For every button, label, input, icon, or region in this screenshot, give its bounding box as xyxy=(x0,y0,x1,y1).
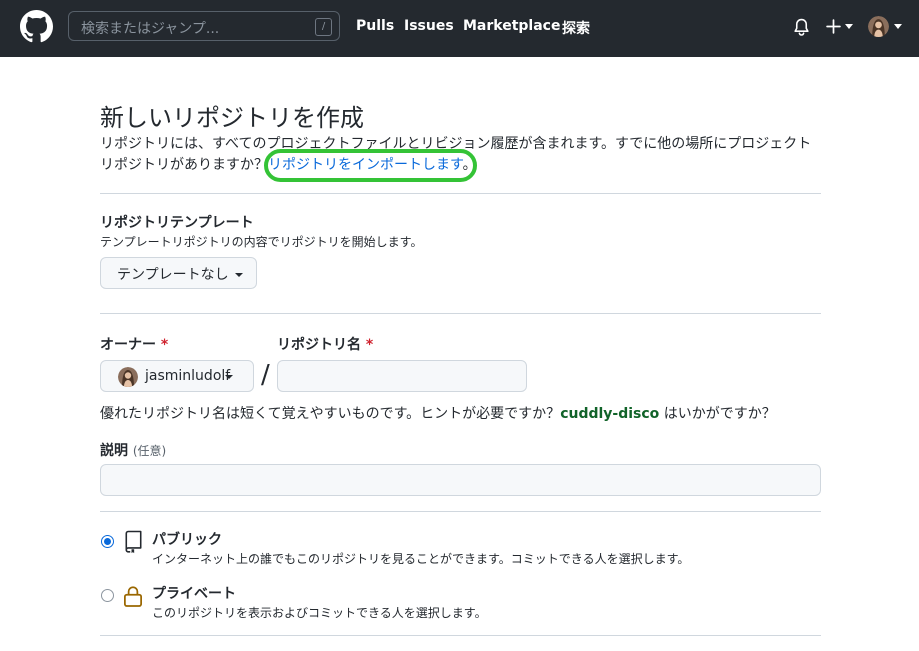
divider xyxy=(100,511,821,512)
public-radio[interactable] xyxy=(101,535,114,548)
required-mark: * xyxy=(365,337,374,353)
create-new-button[interactable] xyxy=(826,17,856,37)
optional-hint: (任意) xyxy=(132,444,167,458)
lock-icon xyxy=(124,586,142,607)
repo-name-suggestion: 優れたリポジトリ名は短くて覚えやすいものです。ヒントが必要ですか？cuddly-… xyxy=(100,406,776,422)
description-input[interactable] xyxy=(100,464,821,496)
public-option-note: インターネット上の誰でもこのリポジトリを見ることができます。コミットできる人を選… xyxy=(152,552,690,566)
chevron-down-icon xyxy=(894,24,902,29)
divider xyxy=(100,313,821,314)
nav-issues[interactable]: Issues xyxy=(404,18,454,34)
repo-icon xyxy=(125,530,142,554)
user-menu-button[interactable] xyxy=(868,16,904,38)
suggested-repo-name[interactable]: cuddly-disco xyxy=(560,406,659,422)
template-select-button[interactable]: テンプレートなし xyxy=(100,257,257,289)
search-placeholder: 検索またはジャンプ... xyxy=(81,21,220,37)
chevron-down-icon xyxy=(234,273,243,277)
github-logo-icon[interactable] xyxy=(20,10,53,43)
nav-marketplace[interactable]: Marketplace xyxy=(463,18,560,34)
nav-pulls[interactable]: Pulls xyxy=(356,18,394,34)
page-title: 新しいリポジトリを作成 xyxy=(100,104,364,132)
search-input[interactable]: 検索またはジャンプ... / xyxy=(68,11,340,41)
owner-repo-separator: / xyxy=(261,360,270,390)
avatar xyxy=(118,367,138,387)
divider xyxy=(100,635,821,636)
required-mark: * xyxy=(160,337,169,353)
global-header: 検索またはジャンプ... / Pulls Issues Marketplace … xyxy=(0,0,919,57)
template-section-note: テンプレートリポジトリの内容でリポジトリを開始します。 xyxy=(100,235,423,249)
owner-select-button[interactable]: jasminludolf xyxy=(100,360,254,392)
avatar xyxy=(868,16,889,37)
search-shortcut-badge: / xyxy=(315,18,332,36)
repo-name-input[interactable] xyxy=(277,360,527,392)
private-option-note: このリポジトリを表示およびコミットできる人を選択します。 xyxy=(152,606,487,620)
owner-select-value: jasminludolf xyxy=(145,368,231,384)
private-option-label: プライベート xyxy=(152,586,236,602)
nav-explore[interactable]: 探索 xyxy=(562,18,590,38)
private-radio[interactable] xyxy=(101,589,114,602)
chevron-down-icon xyxy=(225,375,233,379)
template-select-label: テンプレートなし xyxy=(117,267,229,283)
import-link-highlight xyxy=(264,149,477,182)
template-section-title: リポジトリテンプレート xyxy=(100,215,254,231)
owner-label: オーナー * xyxy=(100,337,169,353)
repo-name-label: リポジトリ名 * xyxy=(277,337,374,353)
chevron-down-icon xyxy=(845,24,853,29)
description-label: 説明 (任意) xyxy=(100,443,167,459)
divider xyxy=(100,193,821,194)
public-option-label: パブリック xyxy=(152,532,222,548)
bell-icon[interactable] xyxy=(793,18,810,37)
plus-icon xyxy=(826,19,841,34)
